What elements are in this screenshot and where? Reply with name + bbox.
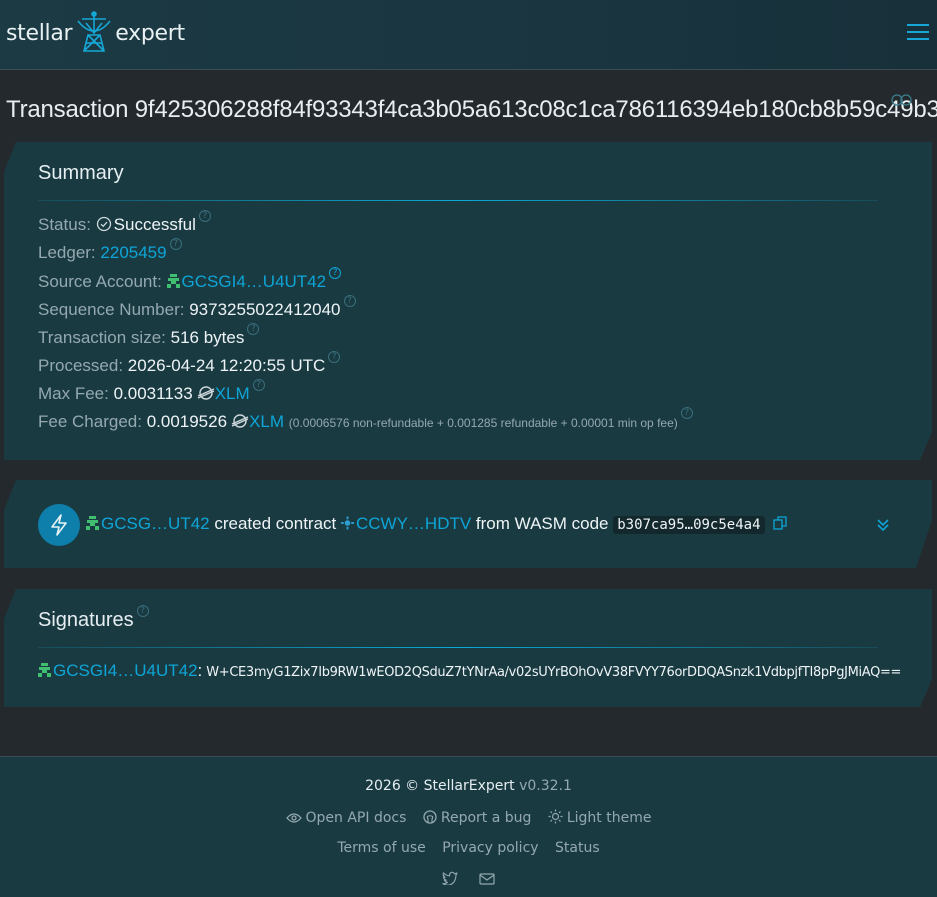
xlm-asset-link[interactable]: XLM (215, 384, 250, 403)
eye-icon (285, 813, 302, 823)
fee-charged-label: Fee Charged: (38, 412, 142, 431)
stellar-expert-logo[interactable]: stellar expert (6, 8, 185, 58)
report-bug-label: Report a bug (440, 810, 532, 826)
lightning-icon (51, 514, 67, 536)
max-fee-label: Max Fee: (38, 384, 109, 403)
status-link[interactable]: Status (555, 840, 600, 856)
logo-text-left: stellar (6, 20, 73, 46)
help-icon[interactable]: ? (198, 210, 211, 222)
processed-value: 2026-04-24 12:20:55 UTC (127, 356, 326, 375)
chevron-double-down-icon[interactable] (876, 518, 890, 532)
hamburger-menu-icon[interactable] (906, 22, 930, 42)
summary-title: Summary (38, 162, 124, 184)
sequence-row: Sequence Number: 9373255022412040? (38, 295, 356, 321)
operation-description: GCSG…UT42 created contract CCWY…HDTV fro… (86, 514, 787, 534)
light-theme-label: Light theme (566, 810, 652, 826)
fee-charged-row: Fee Charged: 0.0019526 XLM (0.0006576 non… (38, 407, 693, 433)
wasm-hash: b307ca95…09c5e4a4 (613, 516, 765, 534)
open-api-docs-link[interactable]: Open API docs (285, 810, 407, 826)
github-icon (423, 810, 437, 824)
transaction-hash[interactable]: 9f425306288f84f93343f4ca3b05a613c08c1ca7… (135, 96, 937, 123)
help-icon[interactable]: ? (247, 323, 260, 335)
help-icon[interactable]: ? (343, 295, 356, 307)
operation-card: GCSG…UT42 created contract CCWY…HDTV fro… (4, 480, 932, 568)
sequence-label: Sequence Number: (38, 300, 185, 319)
footer-social-links (0, 871, 937, 890)
signatures-card: Signatures? GCSGI4…U4UT42: W+CE3myG1Zix7I… (4, 589, 932, 707)
account-icon (166, 274, 180, 288)
xlm-asset-link[interactable]: XLM (249, 412, 284, 431)
account-icon (38, 663, 51, 677)
contract-icon (340, 516, 354, 530)
signature-row: GCSGI4…U4UT42: W+CE3myG1Zix7Ib9RW1wEOD2QS… (38, 661, 901, 681)
status-label: Status: (38, 215, 91, 234)
signer-link[interactable]: GCSGI4…U4UT42 (53, 661, 198, 680)
help-icon[interactable]: ? (169, 238, 182, 250)
signature-value: W+CE3myG1Zix7Ib9RW1wEOD2QSduZ7tYNrAa/v02… (206, 665, 902, 680)
copy-icon[interactable] (772, 516, 787, 530)
status-value: Successful (113, 215, 196, 234)
source-account-link[interactable]: GCSGI4…U4UT42 (182, 272, 327, 291)
open-api-docs-label: Open API docs (305, 810, 407, 826)
email-icon[interactable] (479, 872, 495, 890)
operation-type-badge (38, 504, 80, 546)
transaction-size-label: Transaction size: (38, 328, 166, 347)
sequence-value: 9373255022412040 (189, 300, 341, 319)
terms-of-use-link[interactable]: Terms of use (337, 840, 425, 856)
twitter-icon[interactable] (442, 871, 458, 890)
footer-links-primary: Open API docs Report a bug Light theme (0, 809, 937, 826)
transaction-size-value: 516 bytes (170, 328, 245, 347)
version-text: v0.32.1 (519, 778, 572, 794)
stellar-lumens-icon (231, 414, 249, 428)
copy-link-icon[interactable] (890, 93, 914, 107)
light-theme-toggle[interactable]: Light theme (548, 809, 652, 826)
transaction-size-row: Transaction size: 516 bytes? (38, 323, 260, 349)
source-account-label: Source Account: (38, 272, 162, 291)
signatures-title: Signatures? (38, 605, 149, 632)
ledger-row: Ledger: 2205459? (38, 238, 182, 264)
copyright-text: 2026 © StellarExpert (365, 778, 515, 794)
page-title-prefix: Transaction (6, 96, 135, 123)
help-icon[interactable]: ? (680, 407, 693, 419)
summary-card: Summary Status: Successful? Ledger: 2205… (4, 142, 932, 460)
privacy-policy-link[interactable]: Privacy policy (442, 840, 538, 856)
radio-telescope-icon (77, 11, 111, 52)
ledger-link[interactable]: 2205459 (100, 243, 166, 262)
operation-from-text: from WASM code (471, 514, 614, 533)
operation-account-link[interactable]: GCSG…UT42 (101, 514, 210, 533)
top-navigation-bar: stellar expert (0, 0, 937, 70)
signatures-title-text: Signatures (38, 609, 134, 631)
stellar-lumens-icon (197, 386, 214, 400)
fee-breakdown: (0.0006576 non-refundable + 0.001285 ref… (288, 416, 678, 430)
footer-links-secondary: Terms of use Privacy policy Status (0, 840, 937, 856)
account-icon (86, 516, 99, 530)
help-icon[interactable]: ? (136, 605, 149, 617)
summary-divider (38, 200, 878, 201)
logo-text-right: expert (115, 20, 185, 46)
check-circle-icon (96, 216, 111, 232)
footer: 2026 © StellarExpert v0.32.1 Open API do… (0, 756, 937, 897)
report-bug-link[interactable]: Report a bug (423, 810, 532, 826)
source-account-row: Source Account: GCSGI4…U4UT42? (38, 267, 342, 293)
sun-icon (548, 809, 563, 824)
help-icon[interactable]: ? (329, 267, 342, 279)
max-fee-value: 0.0031133 (113, 384, 193, 403)
help-icon[interactable]: ? (252, 379, 265, 391)
operation-action-text: created contract (209, 514, 341, 533)
max-fee-row: Max Fee: 0.0031133 XLM? (38, 379, 265, 405)
signatures-divider (38, 647, 878, 648)
processed-label: Processed: (38, 356, 124, 375)
fee-charged-value: 0.0019526 (146, 412, 228, 431)
page-title: Transaction 9f425306288f84f93343f4ca3b05… (6, 96, 937, 124)
processed-row: Processed: 2026-04-24 12:20:55 UTC? (38, 351, 341, 377)
help-icon[interactable]: ? (328, 351, 341, 363)
ledger-label: Ledger: (38, 243, 96, 262)
status-row: Status: Successful? (38, 210, 211, 236)
footer-copyright: 2026 © StellarExpert v0.32.1 (0, 778, 937, 794)
contract-link[interactable]: CCWY…HDTV (356, 514, 471, 533)
signature-colon: : (197, 661, 203, 680)
